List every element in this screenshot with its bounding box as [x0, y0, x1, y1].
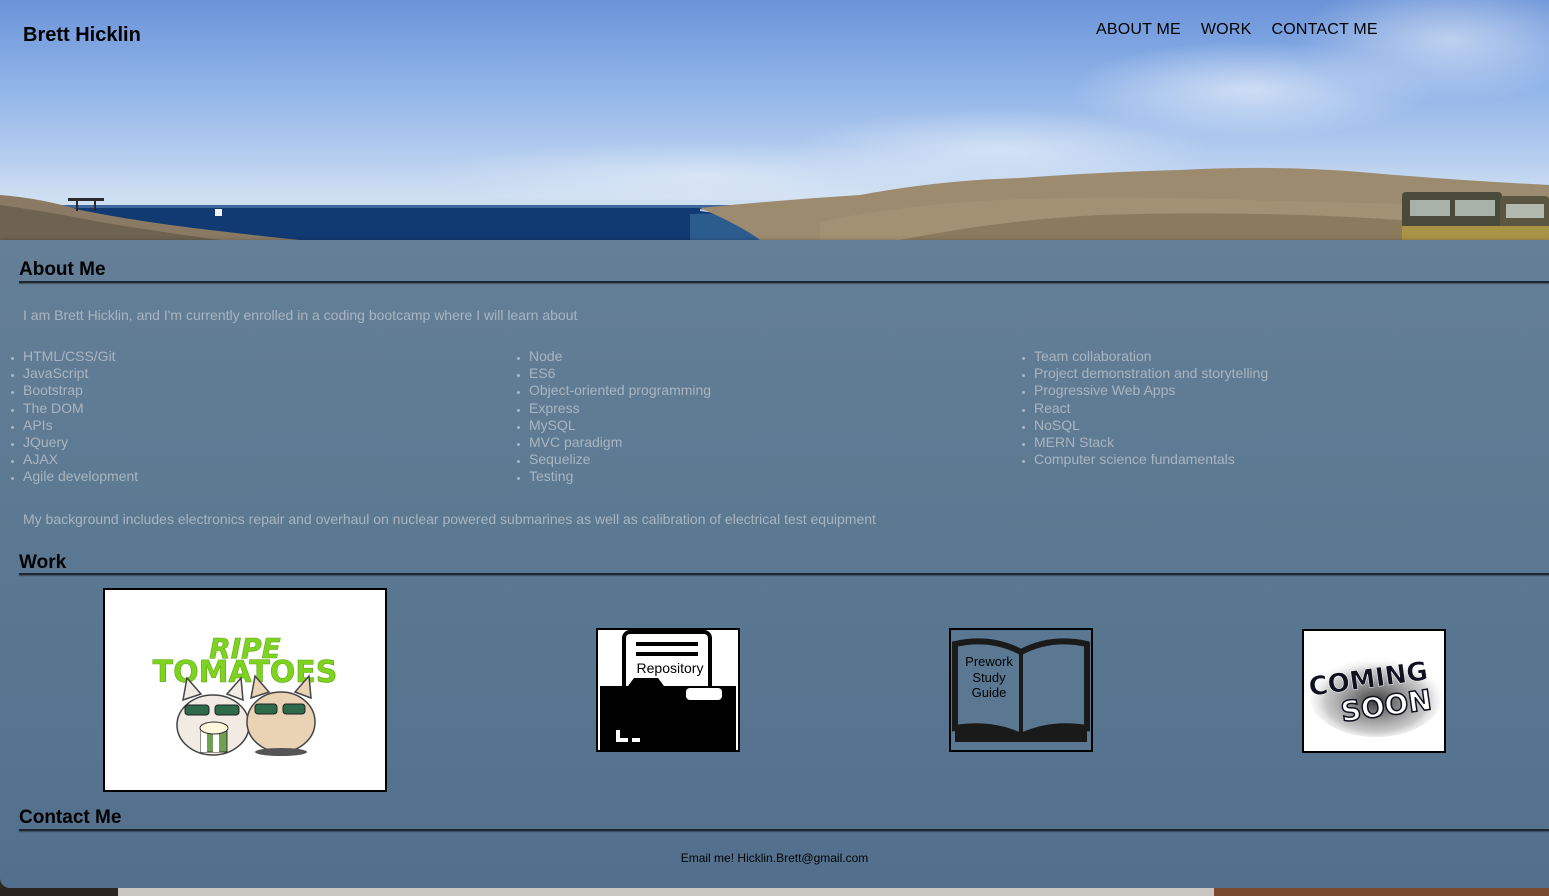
skill-item: Bootstrap: [23, 382, 138, 399]
skill-item: The DOM: [23, 400, 138, 417]
about-background: My background includes electronics repai…: [23, 511, 876, 527]
skill-item: Computer science fundamentals: [1034, 451, 1268, 468]
svg-text:Study: Study: [972, 670, 1006, 685]
open-book-icon: Prework Study Guide: [952, 638, 1090, 742]
skill-item: HTML/CSS/Git: [23, 348, 138, 365]
skill-item: MySQL: [529, 417, 711, 434]
top-nav: ABOUT ME WORK CONTACT ME: [1096, 21, 1378, 39]
work-divider: [19, 573, 1549, 575]
work-card-prework-study-guide[interactable]: Prework Study Guide: [949, 628, 1093, 752]
skill-item: Team collaboration: [1034, 348, 1268, 365]
skill-item: MVC paradigm: [529, 434, 711, 451]
skill-item: JavaScript: [23, 365, 138, 382]
skill-item: Express: [529, 400, 711, 417]
site-brand[interactable]: Brett Hicklin: [23, 24, 141, 47]
folder-icon: Repository: [600, 630, 736, 750]
skill-item: AJAX: [23, 451, 138, 468]
skill-item: Sequelize: [529, 451, 711, 468]
skill-item: React: [1034, 400, 1268, 417]
skills-list-1: HTML/CSS/Git JavaScript Bootstrap The DO…: [9, 348, 138, 486]
skill-item: Progressive Web Apps: [1034, 382, 1268, 399]
skill-item: NoSQL: [1034, 417, 1268, 434]
skills-list-2: Node ES6 Object-oriented programming Exp…: [515, 348, 711, 486]
contact-email[interactable]: Email me! Hicklin.Brett@gmail.com: [0, 851, 1549, 865]
work-card-repository[interactable]: Repository: [596, 628, 740, 752]
skill-item: Node: [529, 348, 711, 365]
about-title: About Me: [19, 259, 106, 280]
contact-title: Contact Me: [19, 807, 122, 828]
contact-divider: [19, 829, 1549, 831]
about-intro: I am Brett Hicklin, and I'm currently en…: [23, 307, 578, 323]
skill-item: Project demonstration and storytelling: [1034, 365, 1268, 382]
svg-text:Prework: Prework: [965, 654, 1013, 669]
hero-banner: Brett Hicklin ABOUT ME WORK CONTACT ME: [0, 0, 1549, 240]
nav-work[interactable]: WORK: [1201, 21, 1252, 39]
about-divider: [19, 281, 1549, 283]
skill-item: Agile development: [23, 468, 138, 485]
nav-about-me[interactable]: ABOUT ME: [1096, 21, 1181, 39]
page-bottom-strip: [0, 888, 1549, 896]
work-title: Work: [19, 552, 67, 573]
work-card-coming-soon[interactable]: COMING SOON: [1302, 629, 1446, 753]
coming-soon-badge: COMING SOON: [1307, 656, 1442, 737]
skill-item: JQuery: [23, 434, 138, 451]
svg-text:Guide: Guide: [972, 685, 1007, 700]
skill-item: APIs: [23, 417, 138, 434]
skill-item: MERN Stack: [1034, 434, 1268, 451]
work-card-ripe-tomatoes[interactable]: RIPE TOMATOES: [103, 588, 387, 792]
nav-contact-me[interactable]: CONTACT ME: [1271, 21, 1377, 39]
skill-item: ES6: [529, 365, 711, 382]
skill-item: Object-oriented programming: [529, 382, 711, 399]
skill-item: Testing: [529, 468, 711, 485]
skills-list-3: Team collaboration Project demonstration…: [1020, 348, 1268, 468]
svg-text:Repository: Repository: [637, 660, 704, 676]
ripe-tomatoes-logo: RIPE TOMATOES: [152, 632, 338, 756]
main-panel: About Me I am Brett Hicklin, and I'm cur…: [0, 240, 1549, 888]
